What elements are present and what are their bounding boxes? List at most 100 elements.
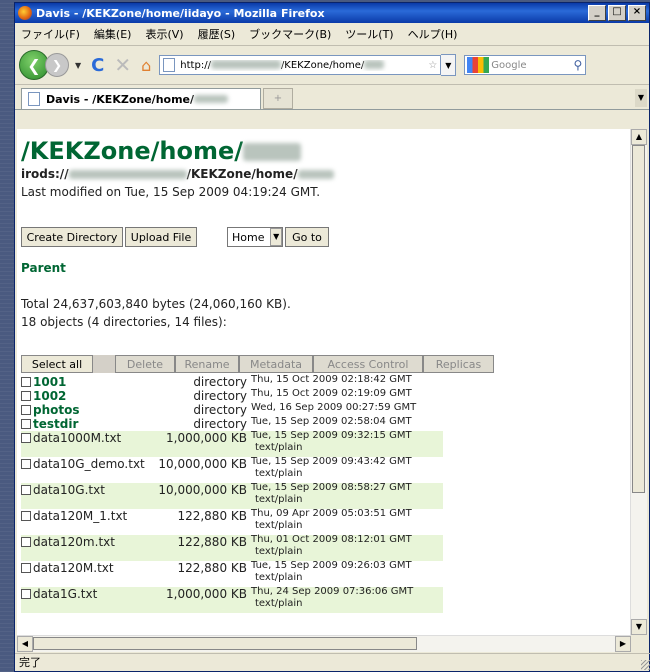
row-date: Thu, 01 Oct 2009 08:12:01 GMT <box>251 534 412 545</box>
file-name[interactable]: data120m.txt <box>33 535 115 549</box>
file-row[interactable]: data120M.txt 122,880 KB Tue, 15 Sep 2009… <box>21 560 443 587</box>
action-spacer <box>93 355 115 373</box>
row-checkbox[interactable] <box>21 377 31 387</box>
directory-row[interactable]: testdir directory Tue, 15 Sep 2009 02:58… <box>21 416 443 431</box>
file-size: 10,000,000 KB <box>158 457 247 471</box>
new-tab-button[interactable]: + <box>263 88 293 109</box>
metadata-button[interactable]: Metadata <box>239 355 313 373</box>
scroll-left-icon[interactable]: ◀ <box>17 636 33 652</box>
row-checkbox[interactable] <box>21 405 31 415</box>
chevron-down-icon[interactable]: ▼ <box>270 228 282 246</box>
row-date: Thu, 15 Oct 2009 02:18:42 GMT <box>251 374 412 385</box>
file-name[interactable]: data10G_demo.txt <box>33 457 145 471</box>
redacted-host <box>210 60 281 69</box>
maximize-button[interactable]: □ <box>608 5 626 21</box>
bookmark-star-icon[interactable]: ☆ <box>428 60 437 71</box>
file-name[interactable]: data1000M.txt <box>33 431 121 445</box>
parent-link[interactable]: Parent <box>21 261 66 275</box>
navigation-toolbar: ❮ ❯ ▼ C ✕ ⌂ http:///KEKZone/home/ ☆ ▼ Go… <box>15 46 649 85</box>
location-select[interactable]: Home ▼ <box>227 227 283 247</box>
directory-row[interactable]: 1001 directory Thu, 15 Oct 2009 02:18:42… <box>21 374 443 389</box>
scroll-down-icon[interactable]: ▼ <box>631 619 647 635</box>
resize-grip-icon[interactable] <box>641 660 650 670</box>
menu-bookmarks[interactable]: ブックマーク(B) <box>249 26 331 42</box>
rename-button[interactable]: Rename <box>175 355 239 373</box>
minimize-button[interactable]: _ <box>588 5 606 21</box>
row-checkbox[interactable] <box>21 537 31 547</box>
upload-file-button[interactable]: Upload File <box>125 227 197 247</box>
row-type: directory <box>193 389 247 403</box>
file-mime: text/plain <box>255 494 303 505</box>
search-icon[interactable]: ⚲ <box>574 58 583 72</box>
tab-list-icon[interactable]: ▼ <box>635 89 647 107</box>
redacted-user <box>194 95 229 103</box>
reload-icon[interactable]: C <box>91 55 104 76</box>
file-row[interactable]: data10G_demo.txt 10,000,000 KB Tue, 15 S… <box>21 456 443 483</box>
menu-history[interactable]: 履歴(S) <box>198 26 236 42</box>
url-dropdown-icon[interactable]: ▼ <box>441 54 457 76</box>
file-name[interactable]: data1G.txt <box>33 587 97 601</box>
menu-help[interactable]: ヘルプ(H) <box>408 26 458 42</box>
row-checkbox[interactable] <box>21 485 31 495</box>
select-all-button[interactable]: Select all <box>21 355 93 373</box>
file-size: 1,000,000 KB <box>166 587 247 601</box>
menu-tools[interactable]: ツール(T) <box>345 26 393 42</box>
scroll-right-icon[interactable]: ▶ <box>615 636 631 652</box>
irods-path-text: /KEKZone/home/ <box>186 167 298 181</box>
history-dropdown-icon[interactable]: ▼ <box>75 61 81 70</box>
access-control-button[interactable]: Access Control <box>313 355 423 373</box>
url-end: /KEKZone/home/ <box>280 59 365 71</box>
search-box[interactable]: Google ⚲ <box>464 55 587 75</box>
file-row[interactable]: data1G.txt 1,000,000 KB Thu, 24 Sep 2009… <box>21 586 443 613</box>
directory-row[interactable]: photos directory Wed, 16 Sep 2009 00:27:… <box>21 402 443 417</box>
file-name[interactable]: data120M_1.txt <box>33 509 127 523</box>
directory-row[interactable]: 1002 directory Thu, 15 Oct 2009 02:19:09… <box>21 388 443 403</box>
horizontal-scrollbar[interactable]: ◀ ▶ <box>17 635 631 652</box>
url-bar[interactable]: http:// /KEKZone/home/ ☆ <box>159 55 442 75</box>
forward-button[interactable]: ❯ <box>45 53 69 77</box>
go-to-button[interactable]: Go to <box>285 227 329 247</box>
row-checkbox[interactable] <box>21 419 31 429</box>
directory-name[interactable]: photos <box>33 403 80 417</box>
search-engine-icon[interactable] <box>467 57 490 73</box>
row-checkbox[interactable] <box>21 459 31 469</box>
create-directory-button[interactable]: Create Directory <box>21 227 123 247</box>
directory-name[interactable]: testdir <box>33 417 78 431</box>
row-date: Thu, 24 Sep 2009 07:36:06 GMT <box>251 586 414 597</box>
row-date: Thu, 09 Apr 2009 05:03:51 GMT <box>251 508 412 519</box>
row-date: Tue, 15 Sep 2009 08:58:27 GMT <box>251 482 412 493</box>
row-type: directory <box>193 403 247 417</box>
horizontal-scroll-thumb[interactable] <box>33 637 417 650</box>
directory-name[interactable]: 1001 <box>33 375 66 389</box>
delete-button[interactable]: Delete <box>115 355 175 373</box>
vertical-scroll-thumb[interactable] <box>632 145 645 493</box>
url-text[interactable]: http:// /KEKZone/home/ <box>180 60 425 71</box>
menu-view[interactable]: 表示(V) <box>145 26 183 42</box>
page-icon <box>163 58 176 72</box>
file-row[interactable]: data10G.txt 10,000,000 KB Tue, 15 Sep 20… <box>21 482 443 509</box>
status-text: 完了 <box>19 656 41 669</box>
tab-davis[interactable]: Davis - /KEKZone/home/ <box>21 88 261 109</box>
stop-icon[interactable]: ✕ <box>114 53 131 77</box>
file-name[interactable]: data120M.txt <box>33 561 114 575</box>
menu-file[interactable]: ファイル(F) <box>21 26 80 42</box>
replicas-button[interactable]: Replicas <box>423 355 494 373</box>
row-checkbox[interactable] <box>21 589 31 599</box>
row-checkbox[interactable] <box>21 511 31 521</box>
row-checkbox[interactable] <box>21 563 31 573</box>
scroll-up-icon[interactable]: ▲ <box>631 129 647 145</box>
file-row[interactable]: data1000M.txt 1,000,000 KB Tue, 15 Sep 2… <box>21 430 443 457</box>
menu-edit[interactable]: 編集(E) <box>94 26 132 42</box>
file-size: 122,880 KB <box>177 509 247 523</box>
file-row[interactable]: data120M_1.txt 122,880 KB Thu, 09 Apr 20… <box>21 508 443 535</box>
directory-name[interactable]: 1002 <box>33 389 66 403</box>
row-checkbox[interactable] <box>21 433 31 443</box>
file-size: 122,880 KB <box>177 535 247 549</box>
file-name[interactable]: data10G.txt <box>33 483 105 497</box>
file-row[interactable]: data120m.txt 122,880 KB Thu, 01 Oct 2009… <box>21 534 443 561</box>
close-button[interactable]: × <box>628 5 646 21</box>
row-checkbox[interactable] <box>21 391 31 401</box>
vertical-scrollbar[interactable]: ▲ ▼ <box>630 129 647 635</box>
home-icon[interactable]: ⌂ <box>141 56 151 75</box>
irods-path: irods:// /KEKZone/home/ <box>21 167 334 181</box>
